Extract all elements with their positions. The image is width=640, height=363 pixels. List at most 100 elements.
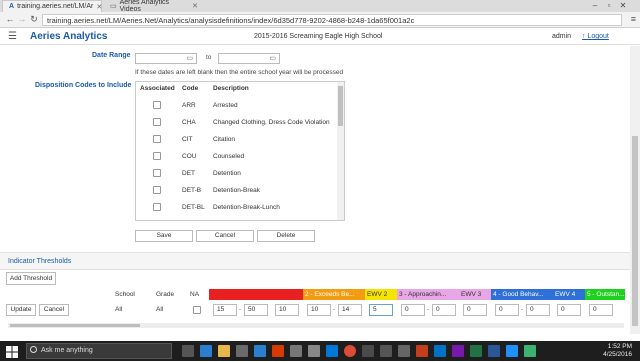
cortana-icon xyxy=(30,346,37,353)
school-header: School xyxy=(115,291,135,298)
windows-taskbar: Ask me anything 1:52 PM 4/25/2016 xyxy=(0,341,640,361)
associated-checkbox[interactable] xyxy=(153,186,161,194)
clock-date: 4/25/2016 xyxy=(603,351,632,358)
threshold-input[interactable]: 0 xyxy=(557,304,581,316)
word-icon[interactable] xyxy=(488,345,500,357)
threshold-input[interactable]: 10 xyxy=(307,304,331,316)
delete-button[interactable]: Delete xyxy=(257,230,315,242)
calendar-icon[interactable]: ▭ xyxy=(269,54,276,62)
taskbar-search-input[interactable]: Ask me anything xyxy=(26,343,172,359)
browser-tab-aeries[interactable]: A training.aeries.net/LM/Ar ✕ xyxy=(2,0,102,12)
threshold-input[interactable]: 0 xyxy=(401,304,425,316)
address-bar-row: ← → ↻ training.aeries.net/LM/Aeries.Net/… xyxy=(0,12,640,28)
page-icon: ▭ xyxy=(110,3,117,10)
page-scrollbar[interactable] xyxy=(630,46,640,334)
code-value: CHA xyxy=(182,119,196,126)
associated-checkbox[interactable] xyxy=(153,118,161,126)
chrome-icon[interactable] xyxy=(344,345,356,357)
threshold-input[interactable]: 0 xyxy=(432,304,456,316)
associated-checkbox[interactable] xyxy=(153,101,161,109)
disposition-codes-label: Disposition Codes to Include xyxy=(35,82,132,89)
code-value: ARR xyxy=(182,102,196,109)
list-item: DET-B Detention-Break xyxy=(136,182,336,199)
na-checkbox[interactable] xyxy=(193,306,201,314)
app-icon[interactable] xyxy=(362,345,374,357)
threshold-band-header: 4 - Good Behav... xyxy=(491,289,553,300)
threshold-input[interactable]: 0 xyxy=(463,304,487,316)
app-icon[interactable] xyxy=(524,345,536,357)
threshold-band-header: 3 - Approachin... xyxy=(397,289,459,300)
outlook-icon[interactable] xyxy=(434,345,446,357)
app-icon[interactable] xyxy=(272,345,284,357)
threshold-input[interactable]: 50 xyxy=(244,304,268,316)
code-value: DET xyxy=(182,170,195,177)
add-threshold-button[interactable]: Add Threshold xyxy=(6,272,56,285)
maximize-icon[interactable]: ▫ xyxy=(602,0,616,12)
taskbar-clock[interactable]: 1:52 PM 4/25/2016 xyxy=(588,343,632,359)
back-arrow-icon[interactable]: ← xyxy=(4,14,16,24)
powerpoint-icon[interactable] xyxy=(416,345,428,357)
codes-scrollbar[interactable] xyxy=(337,82,344,220)
app-icon[interactable] xyxy=(380,345,392,357)
school-value: All xyxy=(115,306,123,313)
reload-icon[interactable]: ↻ xyxy=(28,14,40,25)
associated-checkbox[interactable] xyxy=(153,169,161,177)
threshold-input[interactable]: 5 xyxy=(369,304,393,316)
associated-checkbox[interactable] xyxy=(153,152,161,160)
save-button[interactable]: Save xyxy=(135,230,193,242)
store-icon[interactable] xyxy=(236,345,248,357)
code-value: COU xyxy=(182,153,197,160)
thresholds-horizontal-scrollbar[interactable] xyxy=(8,323,624,328)
file-explorer-icon[interactable] xyxy=(218,345,230,357)
disposition-codes-list: Associated Code Description ARR Arrested… xyxy=(135,81,345,221)
browser-tab-videos[interactable]: ▭ Aeries Analytics Videos ✕ xyxy=(104,0,204,13)
list-item: CIT Citation xyxy=(136,131,336,148)
close-window-icon[interactable]: ✕ xyxy=(616,0,630,12)
close-icon[interactable]: ✕ xyxy=(192,2,198,10)
list-item: ARR Arrested xyxy=(136,97,336,114)
forward-arrow-icon[interactable]: → xyxy=(16,14,28,24)
threshold-input[interactable]: 14 xyxy=(338,304,362,316)
update-button[interactable]: Update xyxy=(6,304,36,316)
close-icon[interactable]: ✕ xyxy=(96,3,102,11)
hamburger-menu-icon[interactable]: ☰ xyxy=(8,31,17,42)
excel-icon[interactable] xyxy=(470,345,482,357)
browser-menu-icon[interactable]: ≡ xyxy=(631,14,636,24)
description-value: Detention-Break-Lunch xyxy=(213,204,280,211)
onenote-icon[interactable] xyxy=(452,345,464,357)
minimize-icon[interactable]: – xyxy=(588,0,602,12)
end-date-input[interactable]: ▭ xyxy=(218,53,280,64)
edge-icon[interactable] xyxy=(200,345,212,357)
code-value: CIT xyxy=(182,136,193,143)
threshold-input[interactable]: 0 xyxy=(526,304,550,316)
task-view-icon[interactable] xyxy=(182,345,194,357)
school-name: 2015-2016 Screaming Eagle High School xyxy=(254,33,383,40)
calendar-icon[interactable]: ▭ xyxy=(186,54,193,62)
logout-link[interactable]: ↑ Logout xyxy=(582,33,609,40)
app-icon[interactable] xyxy=(290,345,302,357)
app-icon[interactable] xyxy=(506,345,518,357)
threshold-input[interactable]: 15 xyxy=(213,304,237,316)
associated-checkbox[interactable] xyxy=(153,135,161,143)
app-brand[interactable]: Aeries Analytics xyxy=(30,31,107,42)
range-dash: - xyxy=(427,306,430,313)
start-date-input[interactable]: ▭ xyxy=(135,53,197,64)
cancel-button[interactable]: Cancel xyxy=(196,230,254,242)
calculator-icon[interactable] xyxy=(308,345,320,357)
row-cancel-button[interactable]: Cancel xyxy=(39,304,69,316)
windows-start-icon[interactable] xyxy=(6,345,18,358)
app-icon[interactable] xyxy=(326,345,338,357)
scrollbar-thumb[interactable] xyxy=(632,136,638,326)
url-input[interactable]: training.aeries.net/LM/Aeries.Net/Analyt… xyxy=(42,14,622,26)
description-value: Detention xyxy=(213,170,241,177)
scrollbar-thumb[interactable] xyxy=(338,86,343,126)
app-icon[interactable] xyxy=(398,345,410,357)
mail-icon[interactable] xyxy=(254,345,266,357)
threshold-input[interactable]: 10 xyxy=(275,304,299,316)
associated-checkbox[interactable] xyxy=(153,203,161,211)
threshold-input[interactable]: 0 xyxy=(589,304,613,316)
scrollbar-thumb[interactable] xyxy=(10,324,140,327)
threshold-input[interactable]: 0 xyxy=(495,304,519,316)
list-item: DET Detention xyxy=(136,165,336,182)
threshold-band-header: EWV 3 xyxy=(459,289,491,300)
